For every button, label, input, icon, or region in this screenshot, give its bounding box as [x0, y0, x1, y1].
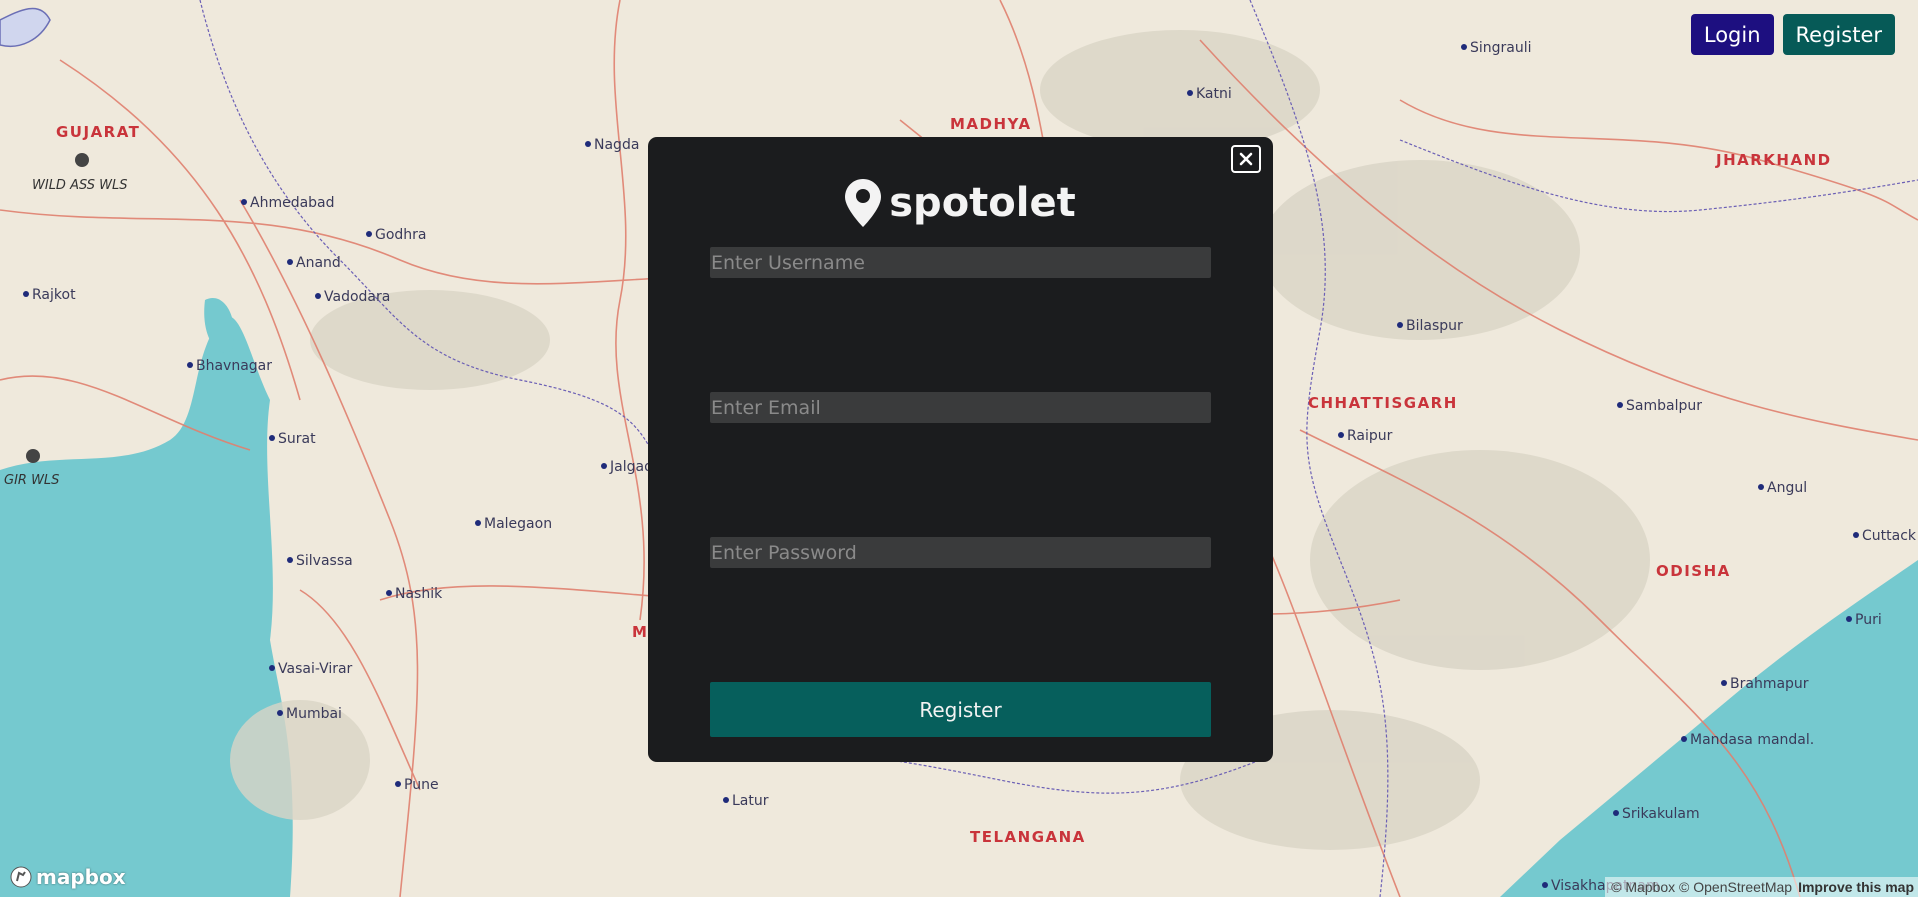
attribution-text[interactable]: © Mapbox © OpenStreetMap [1611, 879, 1792, 895]
map-region-label: CHHATTISGARH [1308, 394, 1458, 412]
submit-register-button[interactable]: Register [710, 682, 1211, 737]
city-label: Srikakulam [1622, 806, 1700, 822]
close-icon [1239, 152, 1253, 166]
city-marker [1461, 44, 1467, 50]
city-label: Katni [1196, 86, 1232, 102]
city-label: Rajkot [32, 287, 76, 303]
city-label: Vadodara [324, 289, 390, 305]
city-label: Malegaon [484, 516, 552, 532]
mapbox-logo[interactable]: mapbox [10, 865, 126, 889]
map-region-label: ODISHA [1656, 562, 1731, 580]
city-marker [287, 557, 293, 563]
map-pin-icon [845, 179, 882, 227]
city-label: Nashik [395, 586, 443, 602]
improve-map-link[interactable]: Improve this map [1798, 879, 1914, 895]
login-button[interactable]: Login [1690, 14, 1774, 55]
city-marker [187, 362, 193, 368]
city-marker [386, 590, 392, 596]
city-label: Singrauli [1470, 40, 1532, 56]
map-region-label: M [632, 623, 648, 641]
city-marker [241, 199, 247, 205]
city-label: Ahmedabad [250, 195, 335, 211]
map-attribution: © Mapbox © OpenStreetMap Improve this ma… [1605, 877, 1918, 897]
register-button[interactable]: Register [1782, 14, 1895, 55]
city-marker [475, 520, 481, 526]
city-marker [1187, 90, 1193, 96]
city-label: Mandasa mandal. [1690, 732, 1814, 748]
city-marker [1846, 616, 1852, 622]
city-label: Godhra [375, 227, 427, 243]
password-input[interactable] [710, 537, 1211, 568]
city-label: Sambalpur [1626, 398, 1702, 414]
city-marker [1681, 736, 1687, 742]
city-marker [1338, 432, 1344, 438]
city-marker [23, 291, 29, 297]
city-marker [1617, 402, 1623, 408]
city-marker [723, 797, 729, 803]
city-marker [277, 710, 283, 716]
mapbox-logo-text: mapbox [36, 865, 126, 889]
city-marker [287, 259, 293, 265]
city-label: Nagda [594, 137, 639, 153]
city-label: Brahmapur [1730, 676, 1809, 692]
city-label: Raipur [1347, 428, 1393, 444]
city-marker [1542, 882, 1548, 888]
close-button[interactable] [1231, 145, 1261, 173]
username-input[interactable] [710, 247, 1211, 278]
city-label: Angul [1767, 480, 1807, 496]
city-label: Surat [278, 431, 316, 447]
city-label: Bilaspur [1406, 318, 1463, 334]
city-marker [395, 781, 401, 787]
city-marker [315, 293, 321, 299]
city-marker [1721, 680, 1727, 686]
city-label: Puri [1855, 612, 1882, 628]
city-marker [585, 141, 591, 147]
city-label: Silvassa [296, 553, 353, 569]
city-marker [1758, 484, 1764, 490]
city-label: Vasai-Virar [278, 661, 353, 677]
city-marker [366, 231, 372, 237]
map-region-label: MADHYA [950, 115, 1032, 133]
city-label: Cuttack [1862, 528, 1917, 544]
email-input[interactable] [710, 392, 1211, 423]
city-marker [269, 435, 275, 441]
brand-logo: spotolet [648, 179, 1273, 227]
city-label: Bhavnagar [196, 358, 272, 374]
register-modal: spotolet Register [648, 137, 1273, 762]
mapbox-logo-icon [10, 866, 32, 888]
map-park-label: GIR WLS [4, 473, 59, 488]
city-marker [1853, 532, 1859, 538]
map-region-label: GUJARAT [56, 123, 140, 141]
map-park-label: WILD ASS WLS [32, 178, 128, 193]
top-nav: Login Register [1690, 14, 1895, 55]
city-marker [1397, 322, 1403, 328]
city-marker [601, 463, 607, 469]
city-label: Latur [732, 793, 769, 809]
city-marker [269, 665, 275, 671]
city-label: Anand [296, 255, 341, 271]
brand-name: spotolet [889, 180, 1076, 226]
city-label: Pune [404, 777, 439, 793]
map-region-label: TELANGANA [970, 828, 1086, 846]
map-region-label: JHARKHAND [1715, 151, 1832, 169]
city-label: Mumbai [286, 706, 342, 722]
city-marker [1613, 810, 1619, 816]
